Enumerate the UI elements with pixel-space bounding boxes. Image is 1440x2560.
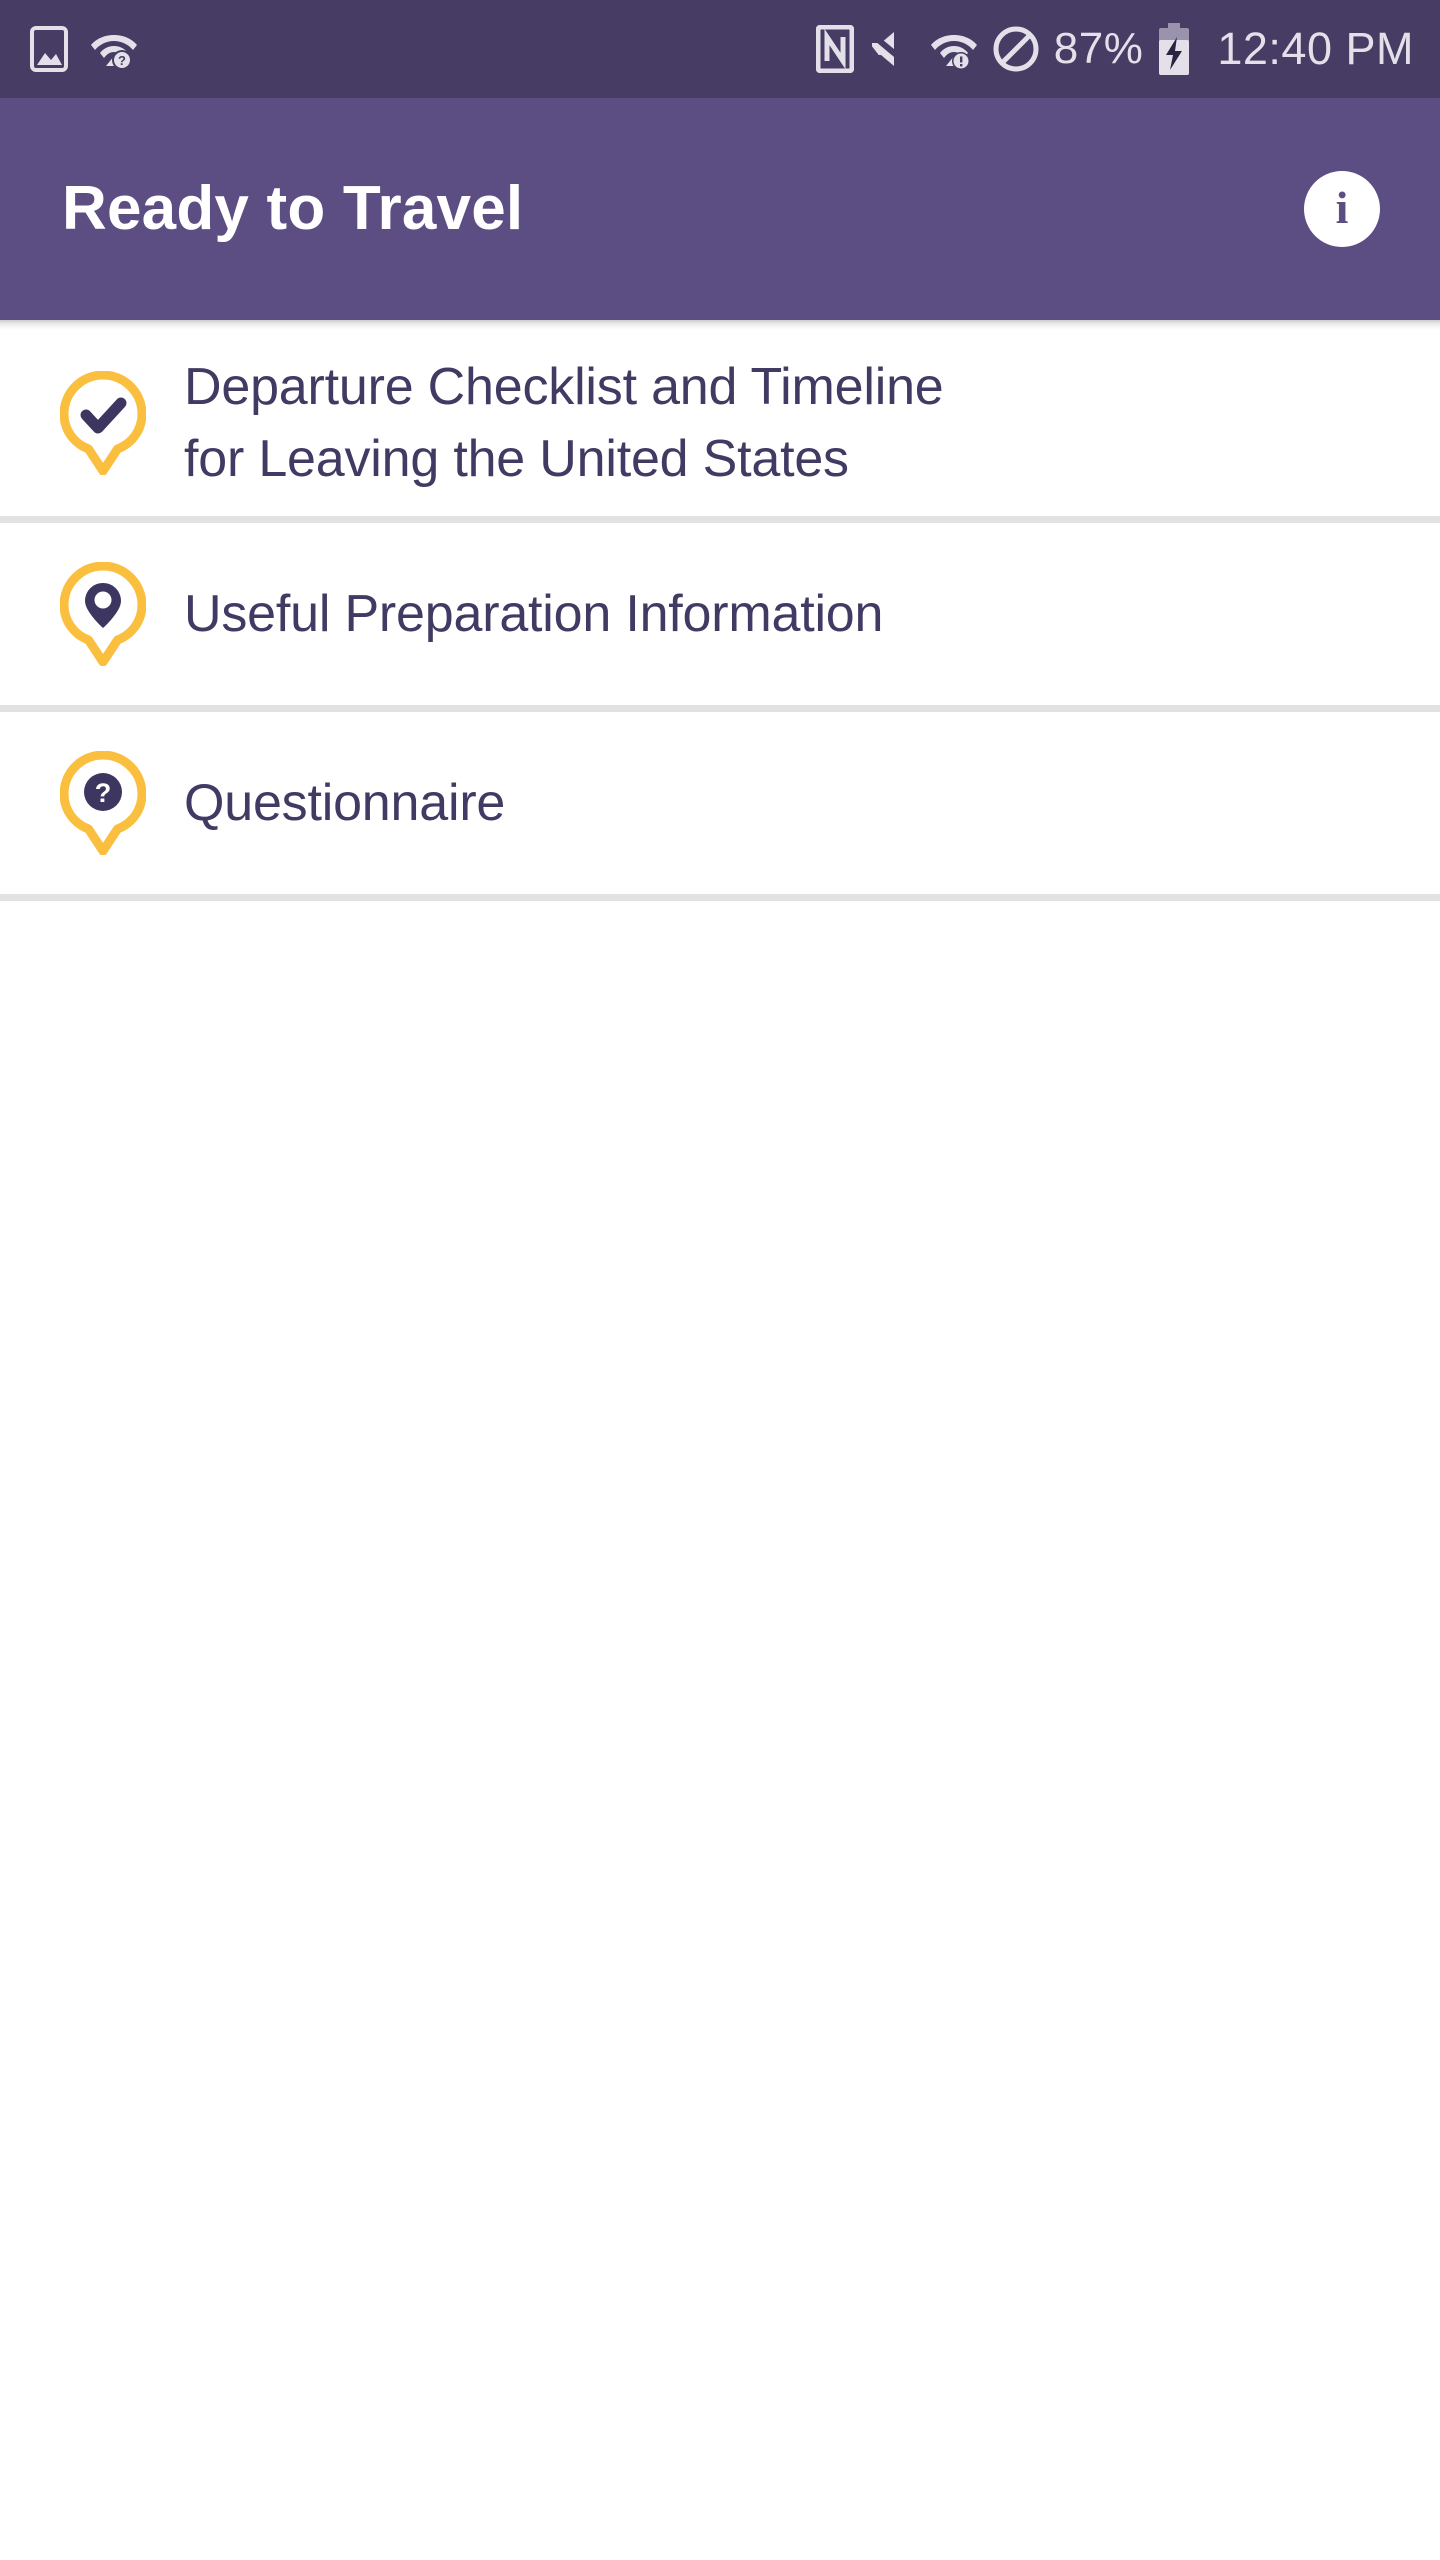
volume-mute-icon <box>867 27 916 71</box>
list-item-label: Departure Checklist and Timeline for Lea… <box>184 361 944 485</box>
list-item-departure-checklist[interactable]: Departure Checklist and Timeline for Lea… <box>0 330 1440 516</box>
app-bar-actions: i <box>1304 171 1380 247</box>
wifi-question-icon: ? <box>90 27 138 71</box>
list-divider <box>0 516 1440 523</box>
pin-location-icon <box>60 562 146 666</box>
info-glyph: i <box>1335 182 1349 233</box>
page-title: Ready to Travel <box>62 174 524 243</box>
pin-question-icon: ? <box>60 751 146 855</box>
list-item-label: Questionnaire <box>184 777 505 829</box>
list-item-label-line1: Questionnaire <box>184 774 506 832</box>
clock-label: 12:40 PM <box>1217 23 1414 74</box>
pin-check-icon <box>60 371 146 475</box>
battery-percent-label: 87% <box>1053 24 1144 73</box>
list-item-label-line1: Departure Checklist and Timeline <box>184 358 944 416</box>
list-item-useful-preparation-information[interactable]: Useful Preparation Information <box>0 523 1440 705</box>
info-icon[interactable]: i <box>1304 171 1380 247</box>
list-item-questionnaire[interactable]: ? Questionnaire <box>0 712 1440 894</box>
list-divider <box>0 705 1440 712</box>
status-bar: ? 87% 12:40 PM <box>0 0 1440 98</box>
wifi-warning-icon <box>930 27 978 71</box>
list-item-label: Useful Preparation Information <box>184 588 883 640</box>
battery-charging-icon <box>1157 23 1191 75</box>
do-not-disturb-icon <box>992 25 1040 73</box>
list-item-label-line2: for Leaving the United States <box>184 430 849 488</box>
app-bar-shadow <box>0 320 1440 330</box>
list-item-label-line1: Useful Preparation Information <box>184 585 884 643</box>
status-bar-left-icons: ? <box>30 26 138 72</box>
app-bar: Ready to Travel i <box>0 98 1440 320</box>
menu-list: Departure Checklist and Timeline for Lea… <box>0 330 1440 901</box>
svg-text:?: ? <box>95 778 112 808</box>
nfc-icon <box>815 25 854 73</box>
list-divider <box>0 894 1440 901</box>
svg-text:?: ? <box>118 53 126 68</box>
phone-screen: ? 87% 12:40 PM Ready to Travel i Departu… <box>0 0 1440 2560</box>
status-bar-right-icons: 87% 12:40 PM <box>815 23 1414 75</box>
photo-image-icon <box>30 26 68 72</box>
